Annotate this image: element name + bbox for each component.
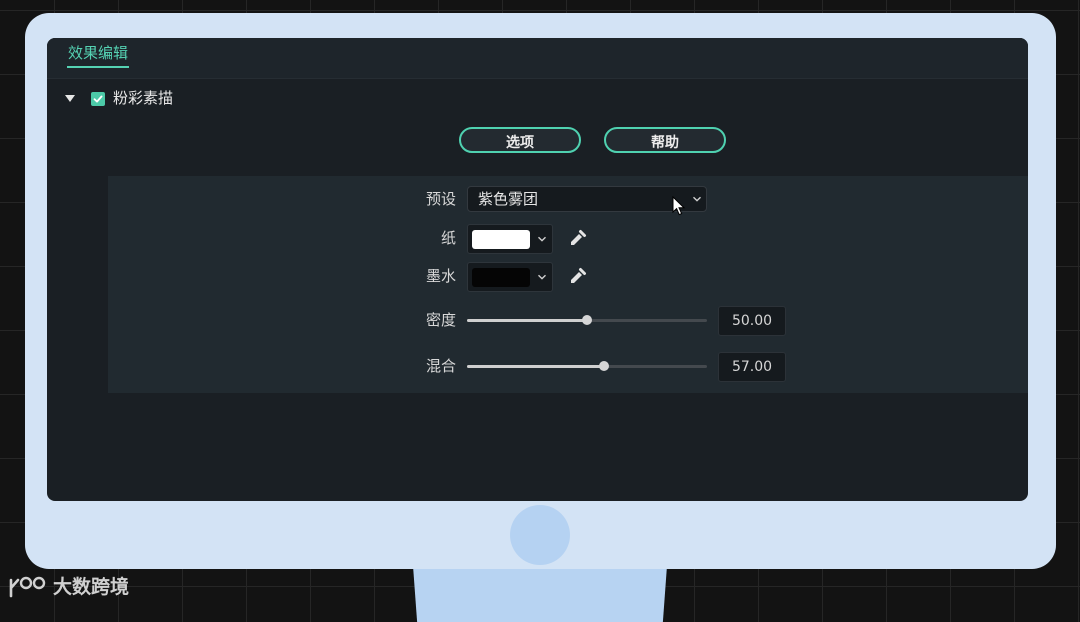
effect-parameters: 预设 紫色雾团 纸 墨水 密度 50.00 混合 57.00 (108, 176, 1028, 393)
check-icon (93, 95, 103, 103)
eyedropper-icon[interactable] (569, 229, 587, 247)
effect-editor-panel: 效果编辑 粉彩素描 选项 帮助 预设 紫色雾团 纸 墨水 密度 50.00 混合… (47, 38, 1028, 501)
density-slider-thumb[interactable] (582, 315, 592, 325)
options-button[interactable]: 选项 (459, 127, 581, 153)
monitor-power-button (510, 505, 570, 565)
chevron-down-icon (538, 274, 546, 280)
paper-color-swatch (472, 230, 530, 249)
preset-label: 预设 (426, 190, 457, 208)
ink-label: 墨水 (426, 267, 457, 285)
effect-header-row: 粉彩素描 (47, 78, 1028, 119)
chevron-down-icon (693, 196, 701, 202)
preset-value: 紫色雾团 (478, 190, 539, 208)
brand-logo-icon (9, 576, 46, 598)
paper-label: 纸 (441, 229, 457, 247)
tab-bar: 效果编辑 (47, 38, 1028, 78)
blend-value-field[interactable]: 57.00 (718, 352, 786, 382)
watermark-text: 大数跨境 (53, 576, 130, 598)
density-value-field[interactable]: 50.00 (718, 306, 786, 336)
effect-name-label: 粉彩素描 (113, 89, 174, 107)
mouse-cursor-icon (672, 196, 686, 216)
density-slider[interactable] (467, 315, 707, 325)
blend-slider-thumb[interactable] (598, 361, 609, 371)
blend-slider[interactable] (467, 361, 707, 371)
density-slider-fill (467, 319, 587, 322)
chevron-down-icon (538, 236, 546, 242)
effect-enable-checkbox[interactable] (91, 92, 105, 106)
tab-effect-edit[interactable]: 效果编辑 (67, 42, 130, 68)
paper-color-picker[interactable] (467, 224, 553, 254)
expand-arrow-icon[interactable] (65, 95, 75, 102)
blend-label: 混合 (426, 357, 457, 375)
preset-dropdown[interactable]: 紫色雾团 (467, 186, 707, 212)
ink-color-swatch (472, 268, 530, 287)
density-label: 密度 (426, 311, 457, 329)
help-button[interactable]: 帮助 (604, 127, 726, 153)
blend-slider-fill (467, 365, 604, 368)
eyedropper-icon[interactable] (569, 267, 587, 285)
ink-color-picker[interactable] (467, 262, 553, 292)
